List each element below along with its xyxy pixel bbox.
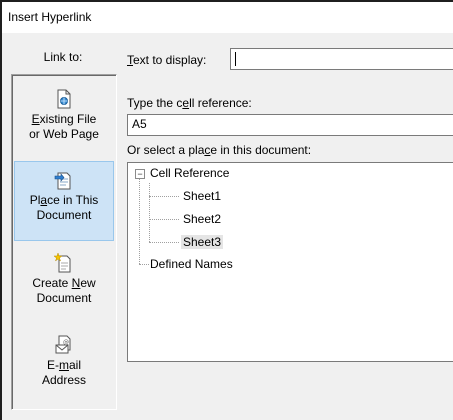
cell-reference-label: Type the cell reference: <box>127 96 252 110</box>
cell-reference-input[interactable]: A5 <box>127 114 453 136</box>
new-document-icon <box>54 253 71 273</box>
sidebar-item-label: Place in This Document <box>29 193 99 222</box>
sidebar-item-create-new-document[interactable]: Create New Document <box>14 245 114 325</box>
email-icon: @ <box>55 335 71 354</box>
existing-file-icon <box>57 89 71 109</box>
link-to-sidebar: Existing File or Web Page Place in This … <box>11 74 117 410</box>
insert-hyperlink-dialog: Insert Hyperlink Link to: Existing File … <box>0 0 453 420</box>
sidebar-item-email-address[interactable]: @ E-mail Address <box>14 327 114 407</box>
tree-node-sheet2[interactable]: Sheet2 <box>183 212 221 226</box>
select-place-label: Or select a place in this document: <box>127 143 312 157</box>
text-to-display-label: Text to display: <box>127 53 207 67</box>
text-cursor <box>235 51 236 66</box>
text-to-display-input[interactable] <box>230 48 453 70</box>
sidebar-item-label: Existing File or Web Page <box>29 112 99 141</box>
sidebar-item-label: E-mail Address <box>41 358 87 387</box>
link-to-label: Link to: <box>43 50 83 64</box>
tree-node-sheet3[interactable]: Sheet3 <box>181 235 224 249</box>
tree-guide-line <box>139 173 140 264</box>
document-place-tree[interactable]: − Cell Reference Sheet1 Sheet2 Sheet3 De… <box>127 162 453 362</box>
tree-guide-line <box>149 219 179 220</box>
place-in-document-icon <box>54 172 71 190</box>
title-bar: Insert Hyperlink <box>2 2 453 33</box>
sidebar-item-existing-file[interactable]: Existing File or Web Page <box>14 81 114 161</box>
tree-guide-line <box>139 264 149 265</box>
tree-guide-line <box>149 196 179 197</box>
sidebar-item-place-in-document[interactable]: Place in This Document <box>14 161 114 241</box>
tree-guide-line <box>149 242 179 243</box>
tree-guide-line <box>149 183 150 242</box>
dialog-title: Insert Hyperlink <box>8 10 92 24</box>
sidebar-item-label: Create New Document <box>32 276 96 305</box>
svg-text:@: @ <box>63 339 69 346</box>
tree-node-sheet1[interactable]: Sheet1 <box>183 189 221 203</box>
tree-node-defined-names[interactable]: Defined Names <box>150 257 233 271</box>
tree-node-cell-reference[interactable]: Cell Reference <box>150 166 229 180</box>
collapse-toggle[interactable]: − <box>135 169 145 179</box>
